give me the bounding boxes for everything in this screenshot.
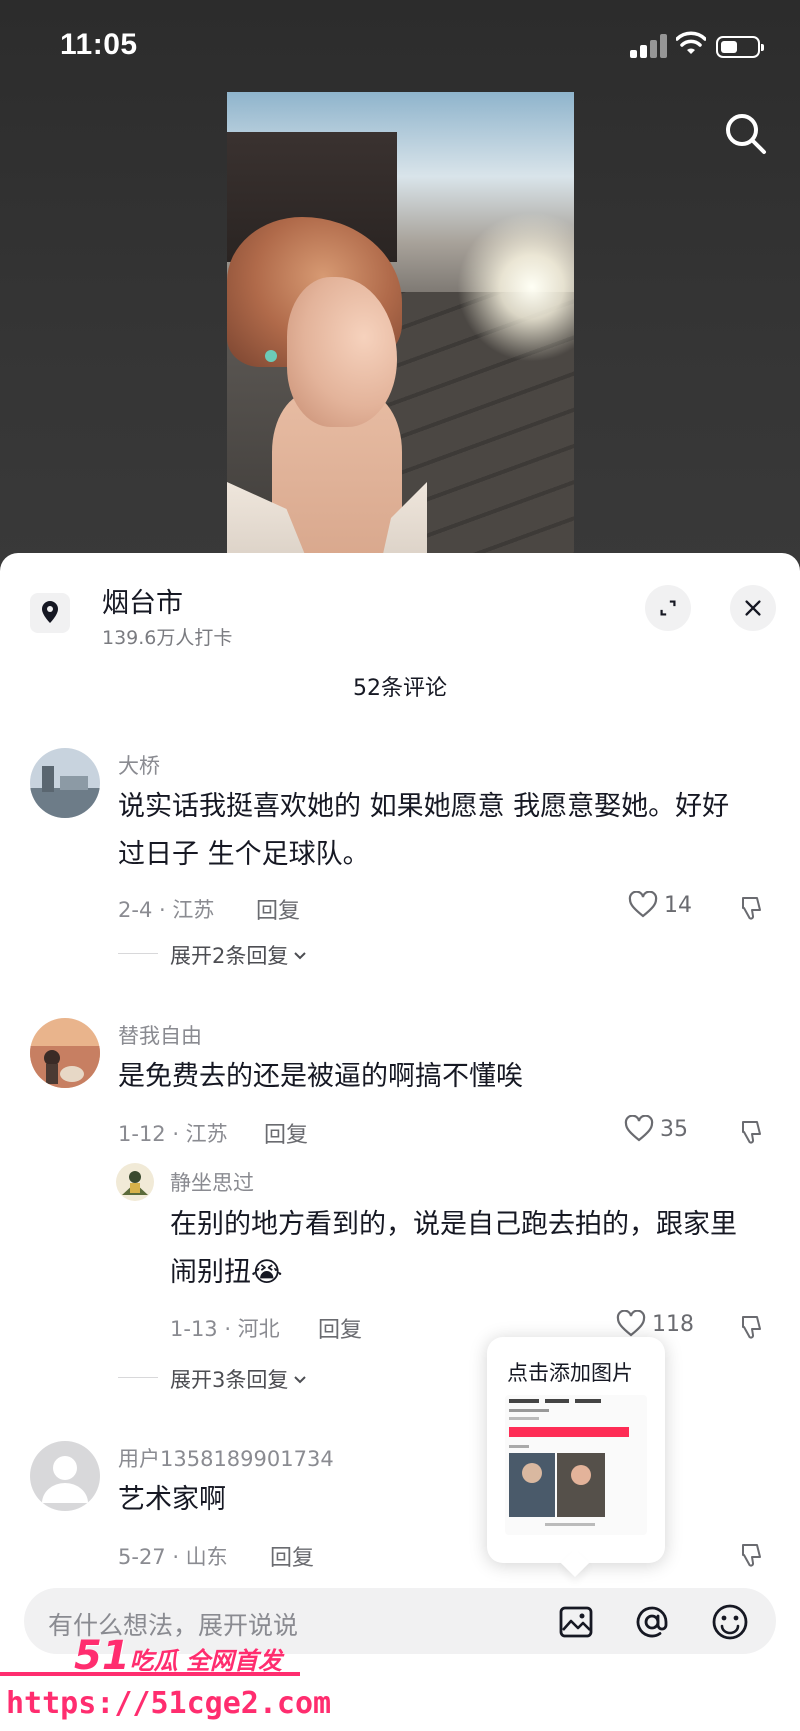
crying-emoji: 😭 (251, 1257, 283, 1288)
video-frame-image[interactable] (227, 92, 574, 562)
reply-button[interactable]: 回复 (256, 893, 300, 925)
reply-button[interactable]: 回复 (318, 1312, 362, 1344)
close-button[interactable] (730, 585, 776, 631)
watermark-text: 吃瓜 全网首发 (129, 1647, 283, 1675)
watermark-url: https://51cge2.com (6, 1686, 332, 1721)
like-count: 14 (664, 892, 692, 918)
comment-item: 用户1358189901734 艺术家啊 5-27 · 山东 回复 (0, 1441, 800, 1591)
watermark-stripe (0, 1672, 300, 1676)
emoji-icon[interactable] (710, 1602, 750, 1642)
avatar[interactable] (30, 748, 100, 818)
heart-icon (616, 1310, 646, 1337)
status-time: 11:05 (60, 28, 138, 61)
comment-text-line: 艺术家啊 (118, 1484, 226, 1515)
username[interactable]: 大桥 (118, 750, 160, 780)
chevron-down-icon (294, 952, 307, 960)
avatar[interactable] (30, 1018, 100, 1088)
dislike-icon[interactable] (738, 894, 766, 922)
popup-preview-image (505, 1395, 647, 1535)
comment-sheet: 烟台市 139.6万人打卡 52条评论 大桥 说实话我挺喜欢她的 如果她愿意 我 (0, 553, 800, 1731)
comment-date-location: 2-4 · 江苏 (118, 898, 215, 922)
dislike-icon[interactable] (738, 1313, 766, 1341)
comment-text-line: 过日子 生个足球队。 (118, 839, 370, 870)
battery-icon (716, 36, 764, 58)
comment-text-line: 是免费去的还是被逼的啊搞不懂唉 (118, 1061, 523, 1092)
wifi-icon (676, 31, 706, 54)
expand-replies-button[interactable]: 展开3条回复 (170, 1364, 308, 1394)
username[interactable]: 替我自由 (118, 1020, 202, 1050)
like-button[interactable]: 14 (628, 891, 692, 919)
close-icon (745, 600, 761, 616)
expand-icon (660, 600, 676, 616)
comment-item: 替我自由 是免费去的还是被逼的啊搞不懂唉 1-12 · 江苏 回复 35 (0, 1018, 800, 1168)
like-count: 118 (652, 1311, 694, 1337)
location-pin-icon (30, 593, 70, 633)
reply-button[interactable]: 回复 (264, 1117, 308, 1149)
location-checkins: 139.6万人打卡 (102, 627, 233, 649)
comment-date-location: 1-13 · 河北 (170, 1317, 280, 1341)
divider (118, 953, 158, 954)
reply-item: 静坐思过 在别的地方看到的，说是自己跑去拍的，跟家里 闹别扭😭 1-13 · 河… (0, 1163, 800, 1353)
location-title: 烟台市 (102, 588, 183, 619)
comment-text-line-with-emoji: 闹别扭😭 (170, 1249, 283, 1297)
location-header[interactable]: 烟台市 139.6万人打卡 (30, 581, 776, 651)
comment-date-location: 1-12 · 江苏 (118, 1122, 228, 1146)
dislike-icon[interactable] (738, 1541, 766, 1569)
popup-title: 点击添加图片 (507, 1361, 633, 1385)
chevron-down-icon (294, 1376, 307, 1384)
dislike-icon[interactable] (738, 1118, 766, 1146)
like-button[interactable]: 35 (624, 1115, 688, 1143)
expand-button[interactable] (645, 585, 691, 631)
like-count: 35 (660, 1116, 688, 1142)
heart-icon (628, 891, 658, 918)
add-image-popup[interactable]: 点击添加图片 (487, 1337, 665, 1563)
heart-icon (624, 1115, 654, 1142)
comment-date-location: 5-27 · 山东 (118, 1545, 228, 1569)
reply-button[interactable]: 回复 (270, 1540, 314, 1572)
expand-replies-button[interactable]: 展开2条回复 (170, 940, 308, 970)
username[interactable]: 用户1358189901734 (118, 1443, 334, 1473)
image-icon[interactable] (556, 1602, 596, 1642)
avatar-default[interactable] (30, 1441, 100, 1511)
comment-item: 大桥 说实话我挺喜欢她的 如果她愿意 我愿意娶她。好好 过日子 生个足球队。 2… (0, 748, 800, 968)
avatar[interactable] (116, 1163, 154, 1201)
at-icon[interactable] (632, 1602, 672, 1642)
comment-text-fragment: 闹别扭 (170, 1257, 251, 1288)
username[interactable]: 静坐思过 (170, 1167, 254, 1197)
comment-text-line: 说实话我挺喜欢她的 如果她愿意 我愿意娶她。好好 (118, 791, 730, 822)
divider (118, 1377, 158, 1378)
expand-replies-label: 展开3条回复 (170, 1368, 289, 1392)
expand-replies-label: 展开2条回复 (170, 944, 289, 968)
search-icon[interactable] (722, 110, 770, 158)
comment-text-line: 在别的地方看到的，说是自己跑去拍的，跟家里 (170, 1209, 737, 1240)
cellular-signal-icon (630, 34, 668, 58)
status-bar: 11:05 (0, 0, 800, 100)
comment-count: 52条评论 (353, 676, 447, 701)
like-button[interactable]: 118 (616, 1310, 694, 1338)
